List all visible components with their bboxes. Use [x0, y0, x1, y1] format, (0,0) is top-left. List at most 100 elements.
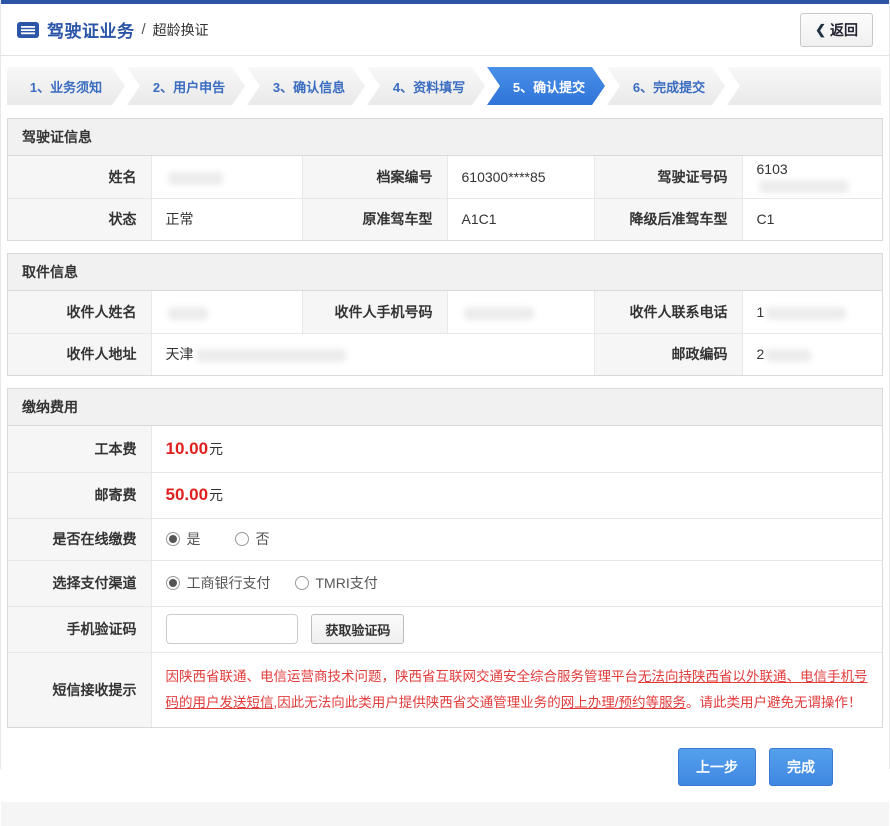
online-pay-no-option[interactable]: 否 [235, 529, 270, 549]
back-button[interactable]: ❮ 返回 [800, 13, 873, 47]
tmri-pay-option[interactable]: TMRI支付 [295, 573, 378, 593]
original-class-value: A1C1 [447, 198, 594, 240]
pickup-info-section: 取件信息 收件人姓名 收件人手机号码 收件人联系电话 1 收件人地址 天津 邮政… [7, 253, 883, 376]
step-2-user-declaration[interactable]: 2、用户申告 [127, 67, 245, 105]
online-pay-yes-option[interactable]: 是 [166, 529, 201, 549]
step-1-business-notice[interactable]: 1、业务须知 [7, 67, 125, 105]
chevron-left-icon: ❮ [815, 22, 826, 38]
downgraded-class-value: C1 [742, 198, 882, 240]
license-number-label: 驾驶证号码 [594, 156, 742, 198]
back-button-label: 返回 [830, 20, 858, 40]
fees-section-title: 缴纳费用 [8, 389, 882, 426]
step-4-fill-materials[interactable]: 4、资料填写 [367, 67, 485, 105]
card-fee-label: 工本费 [8, 426, 151, 472]
redacted-value [464, 307, 534, 320]
downgraded-class-label: 降级后准驾车型 [594, 198, 742, 240]
radio-checked-icon[interactable] [166, 532, 180, 546]
icbc-pay-option[interactable]: 工商银行支付 [166, 573, 271, 593]
table-row: 工本费 10.00元 [8, 426, 882, 472]
step-wizard: 1、业务须知 2、用户申告 3、确认信息 4、资料填写 5、确认提交 6、完成提… [7, 67, 883, 105]
mail-fee-value: 50.00元 [151, 472, 882, 518]
recipient-name-label: 收件人姓名 [8, 291, 151, 333]
recipient-name-value [151, 291, 302, 333]
sms-note-part-underlined: 网上办理/预约等服务 [561, 695, 686, 710]
card-fee-amount: 10.00 [166, 439, 209, 458]
online-pay-options: 是 否 [151, 518, 882, 560]
name-label: 姓名 [8, 156, 151, 198]
radio-unchecked-icon[interactable] [235, 532, 249, 546]
radio-unchecked-icon[interactable] [295, 576, 309, 590]
name-value [151, 156, 302, 198]
fees-table: 工本费 10.00元 邮寄费 50.00元 是否在线缴费 是 [8, 426, 882, 727]
breadcrumb-current: 超龄换证 [153, 20, 209, 40]
table-row: 收件人地址 天津 邮政编码 2 [8, 333, 882, 375]
recipient-mobile-label: 收件人手机号码 [302, 291, 447, 333]
table-row: 姓名 档案编号 610300****85 驾驶证号码 6103 [8, 156, 882, 198]
tmri-pay-label[interactable]: TMRI支付 [316, 573, 378, 593]
page-header: 驾驶证业务 / 超龄换证 ❮ 返回 [1, 4, 889, 56]
pickup-info-table: 收件人姓名 收件人手机号码 收件人联系电话 1 收件人地址 天津 邮政编码 2 [8, 291, 882, 375]
postcode-label: 邮政编码 [594, 333, 742, 375]
pay-channel-options: 工商银行支付 TMRI支付 [151, 560, 882, 606]
redacted-value [759, 180, 849, 193]
pay-channel-label: 选择支付渠道 [8, 560, 151, 606]
file-number-value: 610300****85 [447, 156, 594, 198]
step-5-confirm-submit[interactable]: 5、确认提交 [487, 67, 605, 105]
sms-code-field: 获取验证码 [151, 606, 882, 652]
recipient-address-label: 收件人地址 [8, 333, 151, 375]
mail-fee-label: 邮寄费 [8, 472, 151, 518]
status-label: 状态 [8, 198, 151, 240]
recipient-phone-value: 1 [742, 291, 882, 333]
sms-note-part: 。请此类用户避免无谓操作！ [686, 695, 862, 710]
original-class-label: 原准驾车型 [302, 198, 447, 240]
sms-code-label: 手机验证码 [8, 606, 151, 652]
mail-fee-amount: 50.00 [166, 485, 209, 504]
footer-actions: 上一步 完成 [1, 740, 889, 800]
license-number-value: 6103 [742, 156, 882, 198]
breadcrumb-separator: / [142, 21, 146, 38]
table-row: 手机验证码 获取验证码 [8, 606, 882, 652]
card-fee-unit: 元 [209, 441, 223, 457]
license-section-title: 驾驶证信息 [8, 119, 882, 156]
get-code-button[interactable]: 获取验证码 [311, 614, 404, 644]
prev-step-button[interactable]: 上一步 [678, 748, 756, 786]
sms-note-part: 因陕西省联通、电信运营商技术问题，陕西省互联网交通安全综合服务管理平台 [166, 669, 639, 684]
online-pay-yes-label[interactable]: 是 [187, 529, 201, 549]
status-value: 正常 [151, 198, 302, 240]
finish-button[interactable]: 完成 [769, 748, 833, 786]
postcode-value: 2 [742, 333, 882, 375]
sms-note-part: ,因此无法向此类用户提供陕西省交通管理业务的 [274, 695, 561, 710]
recipient-mobile-value [447, 291, 594, 333]
icbc-pay-label[interactable]: 工商银行支付 [187, 573, 271, 593]
table-row: 邮寄费 50.00元 [8, 472, 882, 518]
redacted-value [766, 349, 811, 362]
mail-fee-unit: 元 [209, 487, 223, 503]
table-row: 状态 正常 原准驾车型 A1C1 降级后准驾车型 C1 [8, 198, 882, 240]
redacted-value [168, 172, 223, 185]
file-number-label: 档案编号 [302, 156, 447, 198]
radio-checked-icon[interactable] [166, 576, 180, 590]
page-title: 驾驶证业务 [47, 17, 135, 42]
sms-note-label: 短信接收提示 [8, 652, 151, 727]
table-row: 选择支付渠道 工商银行支付 TMRI支付 [8, 560, 882, 606]
bottom-strip [1, 802, 889, 826]
sms-code-input[interactable] [166, 614, 298, 644]
online-pay-label: 是否在线缴费 [8, 518, 151, 560]
license-info-table: 姓名 档案编号 610300****85 驾驶证号码 6103 状态 正常 原准… [8, 156, 882, 240]
online-pay-no-label[interactable]: 否 [256, 529, 270, 549]
recipient-address-value: 天津 [151, 333, 594, 375]
license-info-section: 驾驶证信息 姓名 档案编号 610300****85 驾驶证号码 6103 状态… [7, 118, 883, 241]
redacted-value [766, 307, 846, 320]
step-6-finish-submit[interactable]: 6、完成提交 [607, 67, 725, 105]
list-icon [17, 21, 39, 39]
step-bar-filler [727, 67, 881, 105]
redacted-value [196, 349, 346, 362]
table-row: 是否在线缴费 是 否 [8, 518, 882, 560]
pickup-section-title: 取件信息 [8, 254, 882, 291]
sms-note-text: 因陕西省联通、电信运营商技术问题，陕西省互联网交通安全综合服务管理平台无法向持陕… [151, 652, 882, 727]
fees-section: 缴纳费用 工本费 10.00元 邮寄费 50.00元 是否在线缴费 是 [7, 388, 883, 728]
step-3-confirm-info[interactable]: 3、确认信息 [247, 67, 365, 105]
table-row: 短信接收提示 因陕西省联通、电信运营商技术问题，陕西省互联网交通安全综合服务管理… [8, 652, 882, 727]
recipient-phone-label: 收件人联系电话 [594, 291, 742, 333]
redacted-value [168, 307, 208, 320]
